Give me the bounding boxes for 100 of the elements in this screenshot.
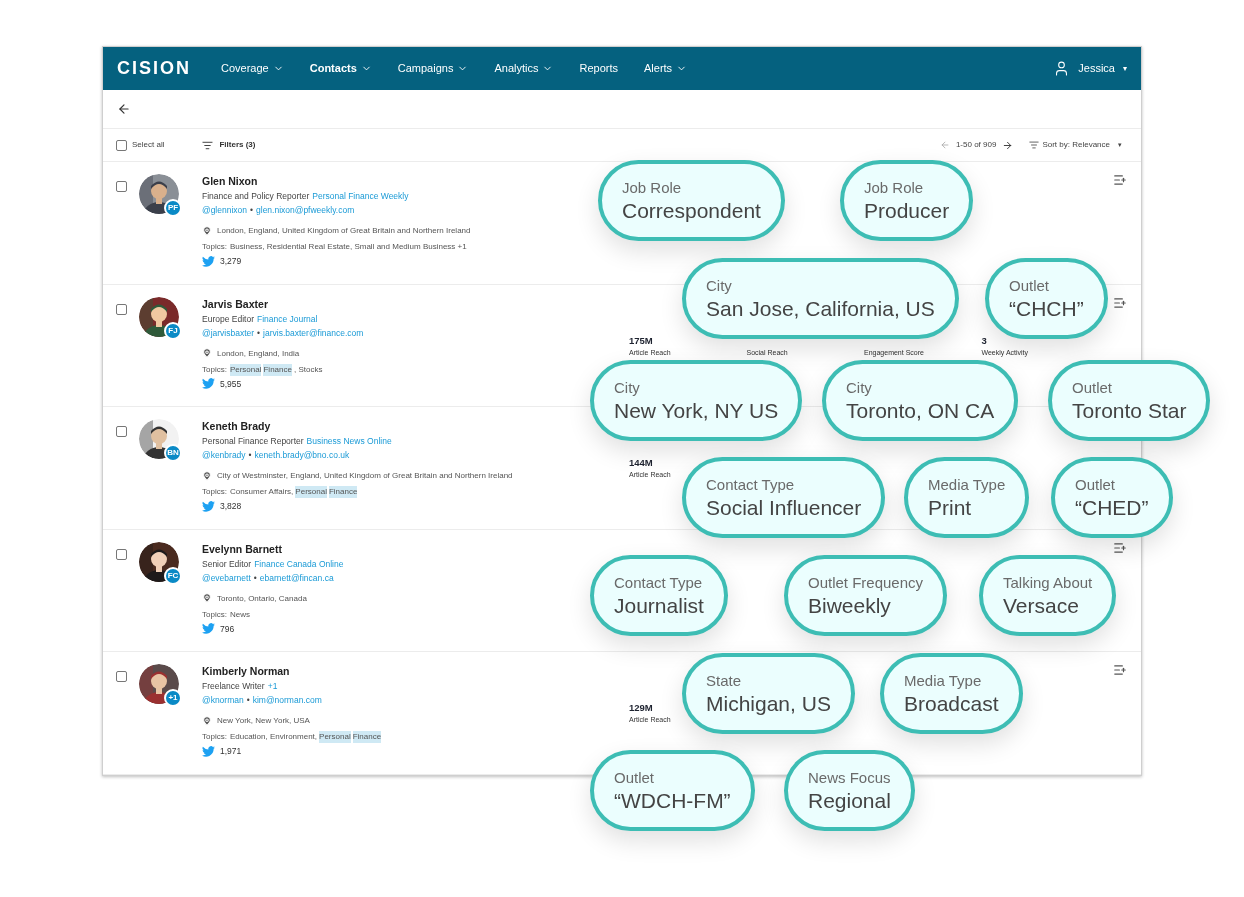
filter-pill[interactable]: Contact Type Social Influencer bbox=[682, 457, 886, 538]
outlet-badge: BN bbox=[164, 444, 182, 462]
pill-value: Journalist bbox=[614, 592, 704, 619]
select-all-label[interactable]: Select all bbox=[132, 139, 165, 151]
filter-pill[interactable]: Job Role Correspondent bbox=[598, 160, 785, 241]
contact-name[interactable]: Jarvis Baxter bbox=[202, 296, 268, 311]
follower-count: 1,971 bbox=[220, 745, 242, 758]
pill-value: New York, NY US bbox=[614, 397, 779, 424]
job-title: Freelance Writer bbox=[202, 680, 265, 693]
contact-name[interactable]: Glen Nixon bbox=[202, 174, 258, 188]
filter-pill[interactable]: Outlet “CHED” bbox=[1051, 457, 1173, 538]
filters-button[interactable]: Filters (3) bbox=[202, 139, 256, 151]
location: Toronto, Ontario, Canada bbox=[217, 592, 307, 605]
pill-label: Outlet bbox=[1072, 377, 1114, 398]
bird-icon bbox=[202, 745, 215, 757]
checkbox[interactable] bbox=[116, 139, 127, 151]
topics-label: Topics: bbox=[202, 486, 227, 498]
pill-value: Toronto, ON CA bbox=[846, 397, 995, 424]
contact-name[interactable]: Evelynn Barnett bbox=[202, 541, 282, 556]
pagination-range: 1-50 of 909 bbox=[955, 139, 997, 151]
topics-label: Topics: bbox=[202, 608, 227, 621]
pill-label: Contact Type bbox=[706, 474, 796, 495]
job-title: Senior Editor bbox=[202, 557, 252, 571]
location: New York, New York, USA bbox=[217, 715, 310, 727]
pill-value: Correspondent bbox=[622, 197, 761, 224]
topics-label: Topics: bbox=[202, 731, 227, 743]
checkbox[interactable] bbox=[116, 303, 127, 315]
checkbox[interactable] bbox=[116, 548, 127, 560]
separator-dot: • bbox=[253, 571, 257, 585]
metric-value: 175M bbox=[629, 333, 653, 347]
pill-label: Media Type bbox=[928, 474, 1006, 495]
pill-label: Outlet Frequency bbox=[808, 572, 924, 593]
pill-value: “CHCH” bbox=[1009, 295, 1084, 322]
back-arrow-icon[interactable] bbox=[117, 102, 131, 116]
filter-icon bbox=[202, 139, 214, 151]
pill-value: Regional bbox=[808, 787, 891, 814]
pill-label: City bbox=[614, 377, 641, 398]
filter-pill[interactable]: City San Jose, California, US bbox=[682, 258, 959, 339]
pill-value: Biweekly bbox=[808, 592, 892, 619]
pill-value: Michigan, US bbox=[706, 690, 831, 717]
user-menu-caret[interactable]: ▾ bbox=[1123, 62, 1127, 75]
pill-value: Print bbox=[928, 494, 973, 521]
pill-value: Social Influencer bbox=[706, 494, 862, 521]
pin-icon bbox=[202, 715, 212, 726]
checkbox[interactable] bbox=[116, 426, 127, 437]
pin-icon bbox=[202, 225, 212, 236]
contact-name[interactable]: Kimberly Norman bbox=[202, 664, 290, 678]
pill-value: Toronto Star bbox=[1072, 397, 1187, 424]
outlet-badge: +1 bbox=[164, 689, 182, 707]
pin-icon bbox=[202, 470, 212, 481]
pill-label: Job Role bbox=[864, 177, 925, 198]
checkbox[interactable] bbox=[116, 671, 127, 682]
nav-item[interactable]: Coverage bbox=[221, 60, 284, 77]
sort-icon bbox=[1029, 140, 1040, 150]
pill-label: Job Role bbox=[622, 177, 683, 198]
pill-label: City bbox=[846, 377, 873, 398]
location: City of Westminster, England, United Kingdom of Great Britain and Northern Ireland bbox=[217, 470, 513, 482]
nav-item[interactable]: Reports bbox=[579, 60, 618, 77]
filter-pill[interactable]: City New York, NY US bbox=[590, 360, 803, 441]
pill-label: Media Type bbox=[904, 670, 983, 691]
topics-list: Consumer Affairs, Personal Finance bbox=[229, 486, 358, 498]
pill-value: “CHED” bbox=[1075, 494, 1149, 521]
topics-list: Business, Residential Real Estate, Small and Medium Business +1 bbox=[229, 241, 467, 253]
checkbox[interactable] bbox=[116, 181, 127, 192]
pill-label: State bbox=[706, 670, 743, 691]
add-to-list-icon[interactable] bbox=[1113, 663, 1127, 677]
bird-icon bbox=[202, 378, 215, 390]
nav-item[interactable]: Analytics bbox=[494, 60, 554, 77]
filter-pill[interactable]: Outlet Toronto Star bbox=[1048, 360, 1211, 441]
pill-value: Broadcast bbox=[904, 690, 999, 717]
logo: CISION bbox=[117, 57, 191, 80]
pin-icon bbox=[202, 348, 212, 358]
separator-dot: • bbox=[257, 326, 261, 340]
topics-list: Personal Finance , Stocks bbox=[229, 363, 323, 376]
pill-value: “WDCH-FM” bbox=[614, 787, 731, 814]
nav-item[interactable]: Contacts bbox=[309, 60, 372, 77]
separator-dot: • bbox=[250, 204, 253, 217]
contact-name[interactable]: Keneth Brady bbox=[202, 419, 271, 433]
user-name[interactable]: Jessica bbox=[1078, 60, 1115, 77]
separator-dot: • bbox=[246, 694, 250, 707]
add-to-list-icon[interactable] bbox=[1113, 173, 1127, 187]
metric-value: 144M bbox=[629, 456, 653, 469]
follower-count: 796 bbox=[220, 622, 235, 636]
nav-item[interactable]: Alerts bbox=[644, 60, 688, 77]
add-to-list-icon[interactable] bbox=[1113, 295, 1127, 310]
pin-icon bbox=[202, 593, 212, 603]
filter-pill[interactable]: News Focus Regional bbox=[784, 750, 915, 831]
pill-value: Producer bbox=[864, 197, 950, 224]
pill-label: Outlet bbox=[1009, 275, 1051, 296]
next-page-icon[interactable] bbox=[1002, 139, 1014, 151]
topics-list: Education, Environment, Personal Finance bbox=[229, 731, 382, 743]
outlet-badge: PF bbox=[164, 199, 182, 217]
nav-item[interactable]: Campaigns bbox=[397, 60, 469, 77]
bird-icon bbox=[202, 623, 215, 635]
filter-pill[interactable]: Outlet “WDCH-FM” bbox=[590, 750, 755, 831]
topics-list: News bbox=[229, 608, 250, 621]
filter-pill[interactable]: State Michigan, US bbox=[682, 653, 855, 734]
add-to-list-icon[interactable] bbox=[1113, 540, 1127, 555]
filter-pill[interactable]: City Toronto, ON CA bbox=[822, 360, 1019, 441]
pill-value: Versace bbox=[1003, 592, 1080, 619]
